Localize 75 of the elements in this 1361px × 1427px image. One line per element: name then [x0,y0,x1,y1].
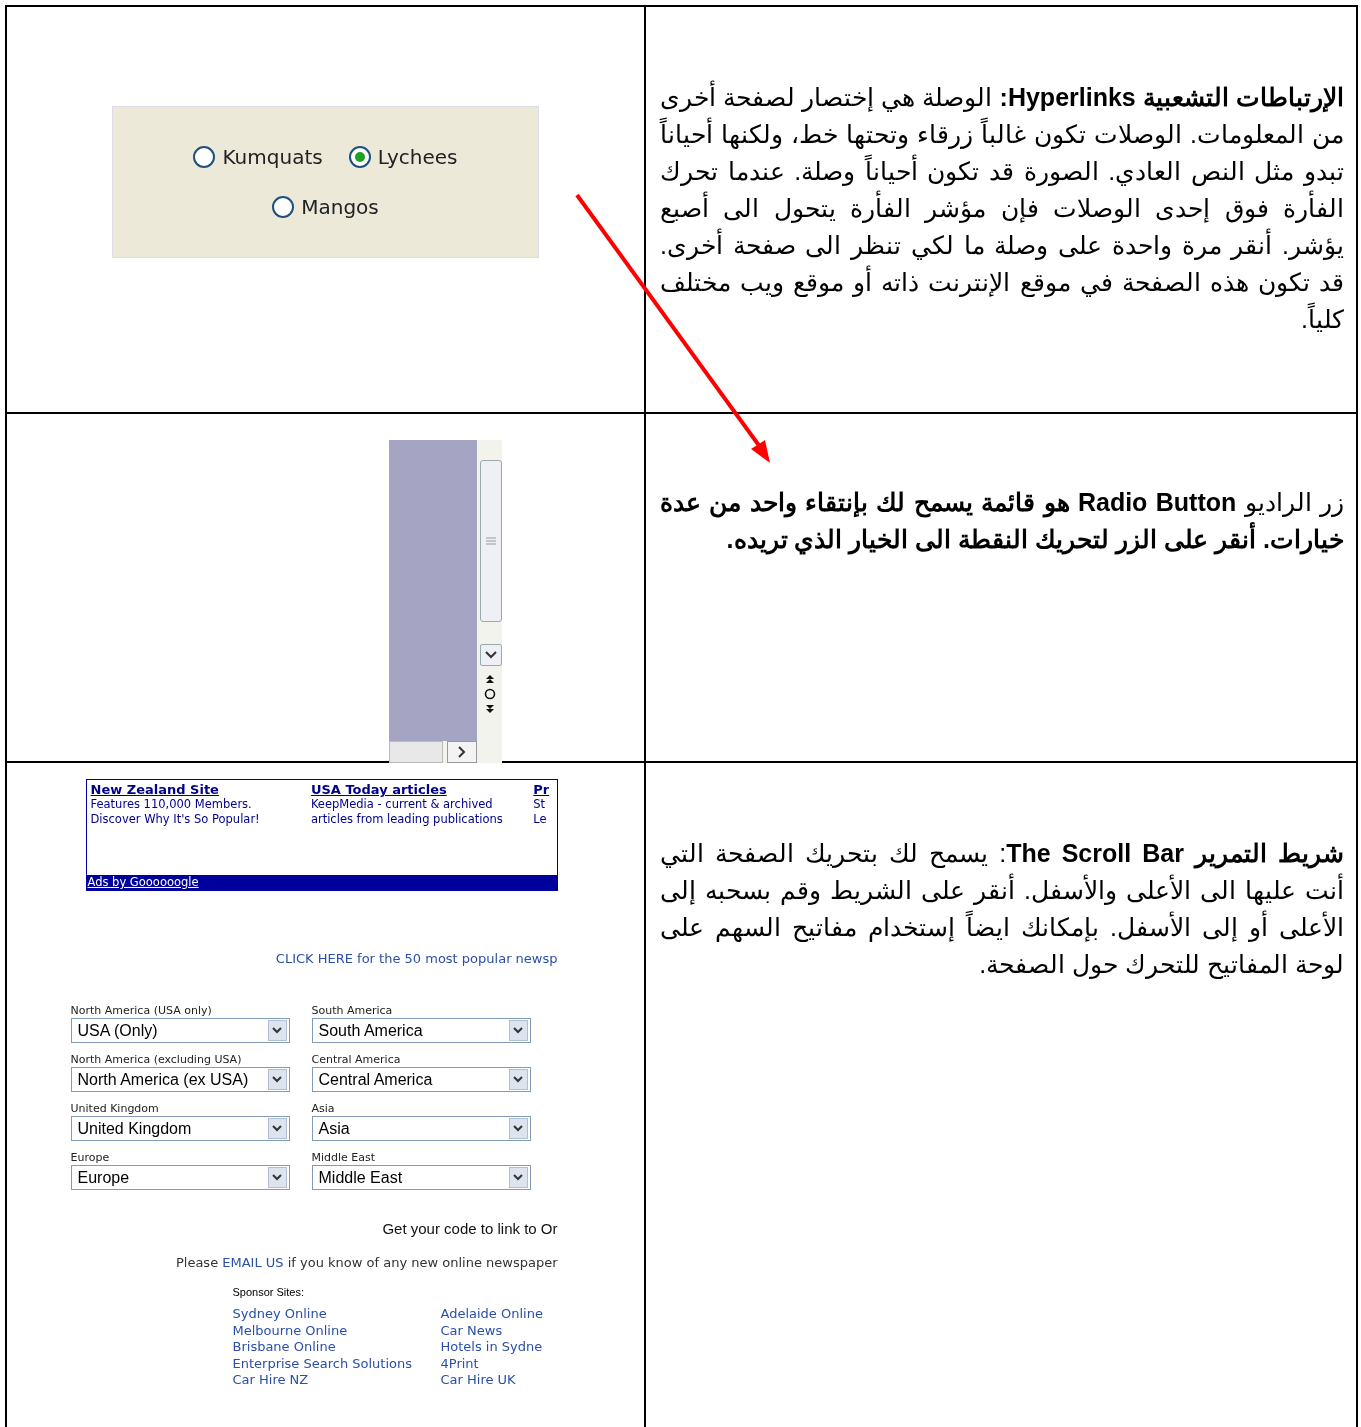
email-text: Please EMAIL US if you know of any new online newspaper [175,1255,558,1270]
ads-footer-link[interactable]: Ads by Goooooogle [86,875,557,890]
dropdown-button[interactable] [508,1020,528,1041]
next-page-icon[interactable] [484,704,495,714]
dropdown-button[interactable] [508,1069,528,1090]
description-paragraph: شريط التمرير The Scroll Bar: يسمح لك بتحريك الصفحة التي أنت عليها الى الأعلى والأسفل. أنقر على الشريط وقم بسحبه إلى الأعلى أو إلى الأسفل. بإمكانك ايضاً إستخدام مفاتيح السهم على لوحة المفاتيح للتحرك حول الصفحة. [660,838,1344,981]
region-select[interactable]: Middle East [311,1165,531,1190]
sponsor-heading: Sponsor Sites: [232,1286,306,1298]
description-paragraph: زر الراديو Radio Button هو قائمة يسمح لك بإنتقاء واحد من عدة خيارات. أنقر على الزر لتحريك النقطة الى الخيار الذي تريده. [660,487,1344,557]
chevron-down-icon [272,1125,282,1132]
region-select[interactable]: Europe [70,1165,290,1190]
region-select[interactable]: United Kingdom [70,1116,290,1141]
description-paragraph: الإرتباطات التشعبية Hyperlinks: الوصلة هي إختصار لصفحة أخرى من المعلومات. الوصلات تكون غالباً زرقاء وتحتها خط، ولكنها أحياناً تبدو مثل النص العادي. الصورة قد تكون أحياناً وصلة. عندما تحرك الفأرة فوق إحدى الوصلات فإن مؤشر الفأرة يتحول الى أصبع يؤشر. أنقر مرة واحدة على وصلة ما لكي تنظر الى صفحة أخرى. قد تكون هذه الصفحة في موقع الإنترنت ذاته أو موقع ويب مختلف كلياً. [660,79,1344,338]
radio-option[interactable]: Lychees [348,144,458,169]
chevron-down-icon [485,651,497,659]
scroll-thumb[interactable] [480,460,502,622]
region-select[interactable]: South America [311,1018,531,1043]
scroll-thumb[interactable] [389,741,443,763]
ad-title-link[interactable]: New Zealand Site [90,782,293,797]
select-label: South America [311,1004,394,1018]
grip-icon [486,537,496,545]
scroll-right-button[interactable] [447,741,477,763]
sponsor-link[interactable]: Melbourne Online [232,1322,441,1338]
select-label: North America (excluding USA) [70,1053,243,1067]
ad-title-link[interactable]: Pr [533,782,553,797]
ad-text: Features 110,000 Members. Discover Why It's So Popular! [90,797,261,827]
chevron-down-icon [272,1174,282,1181]
radio-option[interactable]: Kumquats [193,144,323,169]
sponsor-link[interactable]: Car Hire UK [440,1372,558,1388]
dropdown-button[interactable] [267,1167,287,1188]
sponsor-link[interactable]: Adelaide Online [440,1306,558,1322]
dropdown-button[interactable] [267,1020,287,1041]
select-label: Europe [70,1151,111,1165]
region-select[interactable]: North America (ex USA) [70,1067,290,1092]
chevron-down-icon [272,1076,282,1083]
dropdown-button[interactable] [508,1167,528,1188]
ad-title-link[interactable]: USA Today articles [310,782,516,797]
ad-text: St Le [533,797,548,827]
region-select[interactable]: Asia [311,1116,531,1141]
select-browse-icon[interactable] [483,688,496,700]
previous-page-icon[interactable] [484,674,495,684]
scroll-down-button[interactable] [480,644,502,666]
ad-text: KeepMedia - current & archived articles from leading publications [310,797,504,827]
sponsor-link[interactable]: 4Print [440,1355,558,1371]
select-label: Central America [311,1053,402,1067]
select-label: North America (USA only) [70,1004,213,1018]
radio-option[interactable]: Mangos [272,194,379,219]
notice-link[interactable]: CLICK HERE for the 50 most popular newsp [275,951,558,966]
sponsor-link[interactable]: Hotels in Sydne [440,1339,558,1355]
region-select[interactable]: Central America [311,1067,531,1092]
select-label: Asia [311,1102,336,1116]
dropdown-button[interactable] [508,1118,528,1139]
select-label: United Kingdom [70,1102,160,1116]
email-link[interactable]: EMAIL US [222,1255,284,1270]
radio-circle[interactable] [348,145,371,168]
dropdown-button[interactable] [267,1118,287,1139]
sponsor-link[interactable]: Sydney Online [232,1306,441,1322]
chevron-down-icon [513,1027,523,1034]
sponsor-link[interactable]: Car Hire NZ [232,1372,441,1388]
chevron-down-icon [513,1076,523,1083]
radio-circle[interactable] [193,145,216,168]
radio-circle[interactable] [272,195,295,218]
vertical-scrollbar[interactable] [477,440,502,741]
horizontal-scrollbar[interactable] [389,741,502,763]
chevron-down-icon [513,1125,523,1132]
sponsor-link[interactable]: Brisbane Online [232,1339,441,1355]
code-text: Get your code to link to Or [382,1220,558,1237]
sponsor-link[interactable]: Enterprise Search Solutions [232,1355,441,1371]
chevron-right-icon [458,746,466,758]
select-label: Middle East [311,1151,377,1165]
region-select[interactable]: USA (Only) [70,1018,290,1043]
sponsor-link[interactable]: Car News [440,1322,558,1338]
dropdown-button[interactable] [267,1069,287,1090]
chevron-down-icon [513,1174,523,1181]
chevron-down-icon [272,1027,282,1034]
